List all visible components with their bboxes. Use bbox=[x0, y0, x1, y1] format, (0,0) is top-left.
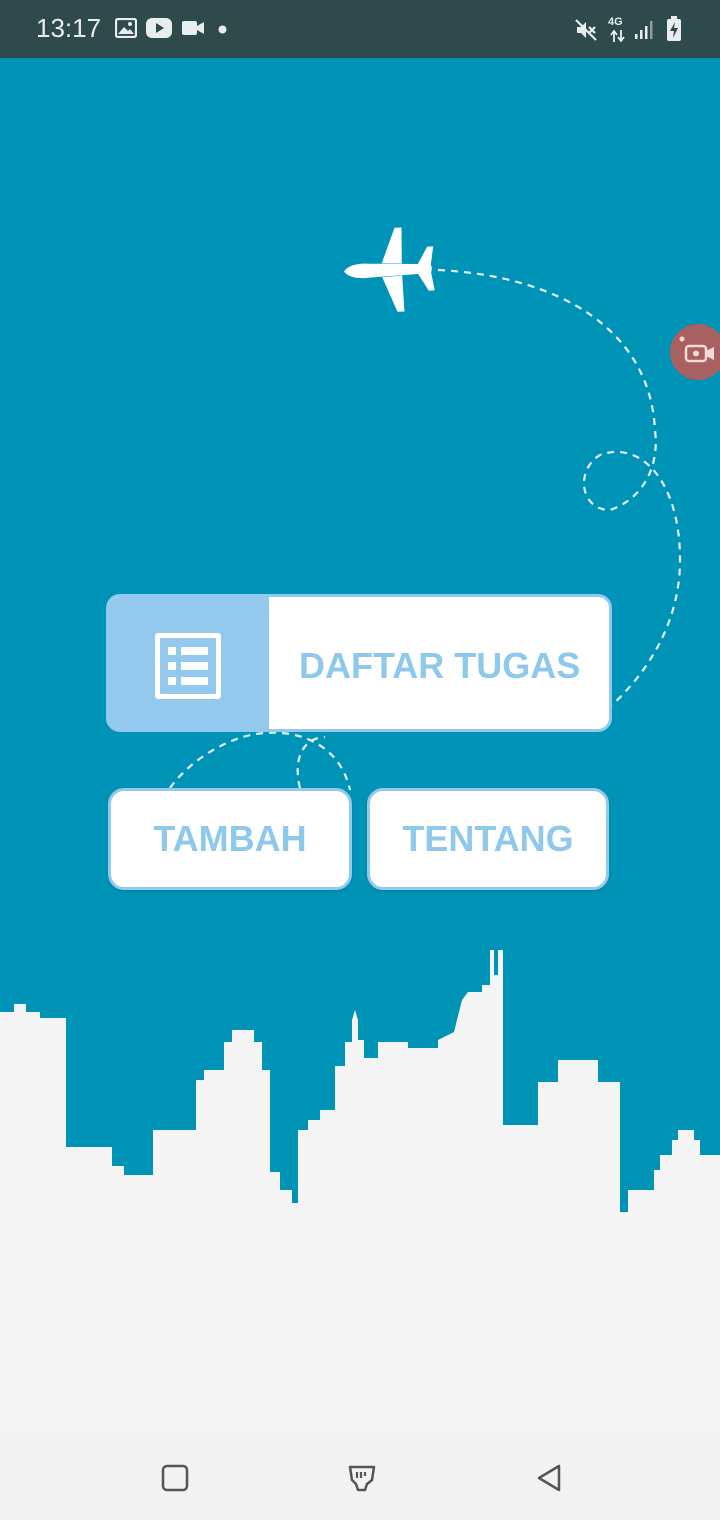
network-label: 4G bbox=[608, 16, 623, 28]
back-icon bbox=[537, 1464, 561, 1492]
notification-dot-icon bbox=[218, 25, 227, 34]
list-icon bbox=[155, 633, 221, 699]
daftar-tugas-button[interactable]: DAFTAR TUGAS bbox=[106, 594, 612, 732]
recent-apps-button[interactable] bbox=[157, 1460, 193, 1496]
gallery-icon bbox=[115, 18, 137, 38]
flight-path-lower bbox=[169, 731, 352, 791]
4g-data-icon: 4G bbox=[608, 16, 628, 44]
main-screen bbox=[0, 58, 720, 1434]
tentang-button[interactable]: TENTANG bbox=[367, 788, 609, 890]
video-camera-icon bbox=[182, 21, 204, 35]
home-button[interactable] bbox=[344, 1460, 380, 1496]
daftar-tugas-label: DAFTAR TUGAS bbox=[299, 645, 581, 686]
background-illustration bbox=[0, 227, 720, 1434]
home-icon bbox=[348, 1465, 376, 1492]
status-time: 13:17 bbox=[36, 13, 102, 43]
back-button[interactable] bbox=[532, 1460, 568, 1496]
status-bar: 13:17 4G bbox=[0, 0, 720, 58]
city-skyline bbox=[0, 950, 720, 1434]
mute-icon bbox=[575, 19, 597, 41]
tambah-button[interactable]: TAMBAH bbox=[108, 788, 352, 890]
recent-apps-icon bbox=[161, 1464, 189, 1492]
battery-charging-icon bbox=[667, 16, 681, 41]
signal-icon bbox=[635, 21, 653, 39]
screen-record-button[interactable] bbox=[670, 324, 720, 380]
status-icons-right: 4G bbox=[574, 14, 694, 44]
daftar-icon-container bbox=[109, 597, 269, 729]
tambah-label: TAMBAH bbox=[153, 818, 307, 859]
screen-record-icon bbox=[679, 336, 714, 363]
airplane-icon bbox=[344, 227, 435, 312]
youtube-icon bbox=[146, 18, 172, 38]
tentang-label: TENTANG bbox=[402, 818, 574, 859]
navigation-bar bbox=[0, 1434, 720, 1520]
